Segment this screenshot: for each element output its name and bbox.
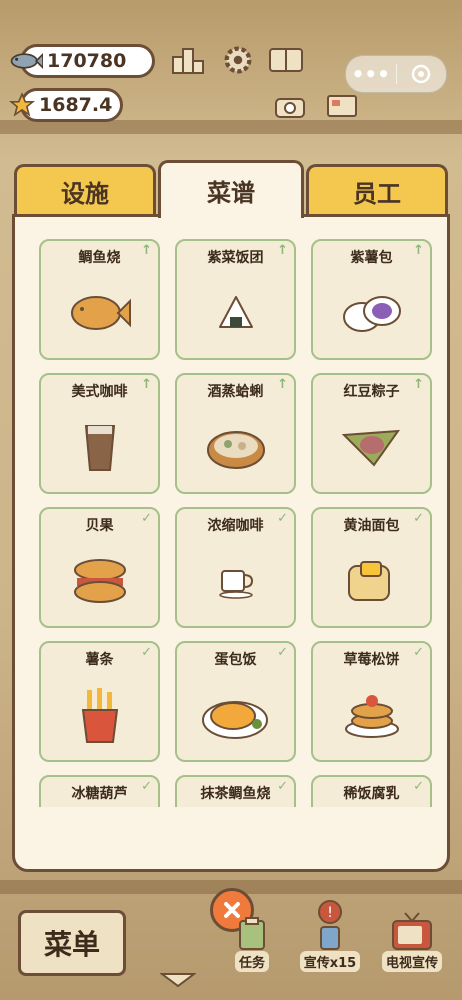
check-icon: ✓ — [413, 779, 424, 794]
promo-label: 宣传x15 — [299, 951, 361, 972]
recipe-food-icon — [177, 539, 294, 623]
upgrade-arrow-icon: ↑ — [413, 243, 424, 258]
book-icon[interactable] — [268, 42, 304, 78]
upgrade-arrow-icon: ↑ — [277, 243, 288, 258]
recipe-card[interactable]: 冰糖葫芦 ✓ — [39, 775, 160, 807]
fish-icon — [9, 44, 43, 78]
recipe-card[interactable]: 紫菜饭团 ↑ — [175, 239, 296, 360]
recipe-card[interactable]: 贝果 ✓ — [39, 507, 160, 628]
check-icon: ✓ — [141, 779, 152, 794]
recipe-food-icon — [177, 405, 294, 489]
promo-button[interactable]: ! 宣传x15 — [298, 894, 362, 972]
recipe-food-icon — [41, 673, 158, 757]
recipe-card[interactable]: 草莓松饼 ✓ — [311, 641, 432, 762]
recipe-food-icon — [313, 405, 430, 489]
check-icon: ✓ — [141, 645, 152, 660]
recipe-food-icon — [313, 271, 430, 355]
chevron-down-icon[interactable] — [159, 972, 197, 992]
check-icon: ✓ — [277, 779, 288, 794]
mail-icon[interactable] — [324, 88, 360, 124]
tasks-button[interactable]: 任务 — [220, 910, 284, 972]
check-icon: ✓ — [141, 511, 152, 526]
recipe-card[interactable]: 黄油面包 ✓ — [311, 507, 432, 628]
camera-icon[interactable] — [272, 88, 308, 124]
recipe-card[interactable]: 红豆粽子 ↑ — [311, 373, 432, 494]
recipe-food-icon — [177, 673, 294, 757]
close-circle-icon[interactable] — [397, 63, 447, 85]
check-icon: ✓ — [277, 645, 288, 660]
recipe-card[interactable]: 鲷鱼烧 ↑ — [39, 239, 160, 360]
upgrade-arrow-icon: ↑ — [141, 243, 152, 258]
ranking-icon[interactable] — [170, 42, 206, 78]
check-icon: ✓ — [413, 645, 424, 660]
bottom-bar: 菜单 任务 ! 宣传x15 电视宣传 — [0, 880, 462, 1000]
menu-sign-label: 菜单 — [43, 928, 100, 961]
fish-amount: 170780 — [47, 50, 127, 72]
svg-text:!: ! — [327, 905, 333, 921]
tab-facilities[interactable]: 设施 — [14, 164, 156, 216]
recipe-card[interactable]: 薯条 ✓ — [39, 641, 160, 762]
recipe-food-icon — [41, 405, 158, 489]
recipe-food-icon — [313, 673, 430, 757]
recipe-grid[interactable]: 鲷鱼烧 ↑ 紫菜饭团 ↑ 紫薯包 ↑ 美式咖啡 ↑ 酒蒸蛤蜊 ↑ 红豆粽子 ↑ 贝果 ✓ 浓缩咖啡 ✓ 黄油面包… — [39, 239, 435, 807]
recipe-card[interactable]: 酒蒸蛤蜊 ↑ — [175, 373, 296, 494]
recipe-card[interactable]: 美式咖啡 ↑ — [39, 373, 160, 494]
tv-promo-button[interactable]: 电视宣传 — [374, 898, 450, 972]
recipe-card[interactable]: 紫薯包 ↑ — [311, 239, 432, 360]
tab-staff[interactable]: 员工 — [306, 164, 448, 216]
check-icon: ✓ — [277, 511, 288, 526]
tasks-label: 任务 — [234, 951, 269, 972]
gear-icon[interactable] — [220, 42, 256, 78]
star-counter: 1687.4 — [9, 88, 123, 122]
clipboard-icon — [239, 917, 265, 950]
recipe-food-icon — [41, 271, 158, 355]
tv-icon — [392, 912, 432, 950]
recipe-food-icon — [177, 271, 294, 355]
recipe-card[interactable]: 稀饭腐乳 ✓ — [311, 775, 432, 807]
notice-badge-icon: ! — [318, 900, 342, 924]
recipe-food-icon — [41, 539, 158, 623]
upgrade-arrow-icon: ↑ — [277, 377, 288, 392]
phone-icon — [320, 926, 340, 950]
tv-promo-label: 电视宣传 — [381, 951, 442, 972]
upgrade-arrow-icon: ↑ — [413, 377, 424, 392]
menu-sign-button[interactable]: 菜单 — [18, 910, 126, 976]
star-icon — [9, 88, 35, 122]
recipe-list-body: 鲷鱼烧 ↑ 紫菜饭团 ↑ 紫薯包 ↑ 美式咖啡 ↑ 酒蒸蛤蜊 ↑ 红豆粽子 ↑ 贝果 ✓ 浓缩咖啡 ✓ 黄油面包… — [12, 214, 450, 872]
recipe-panel: 设施 菜谱 员工 鲷鱼烧 ↑ 紫菜饭团 ↑ 紫薯包 ↑ 美式咖啡 ↑ 酒蒸蛤蜊 ↑ 红豆粽子 ↑ 贝果 ✓… — [12, 160, 450, 872]
star-amount: 1687.4 — [39, 94, 113, 116]
recipe-card[interactable]: 抹茶鲷鱼烧 ✓ — [175, 775, 296, 807]
fish-counter: 170780 — [10, 44, 155, 78]
recipe-card[interactable]: 浓缩咖啡 ✓ — [175, 507, 296, 628]
more-dots-icon[interactable]: ••• — [346, 62, 396, 86]
tab-recipes[interactable]: 菜谱 — [158, 160, 304, 218]
recipe-card[interactable]: 蛋包饭 ✓ — [175, 641, 296, 762]
recipe-food-icon — [313, 539, 430, 623]
upgrade-arrow-icon: ↑ — [141, 377, 152, 392]
mini-program-capsule: ••• — [345, 55, 447, 93]
check-icon: ✓ — [413, 511, 424, 526]
